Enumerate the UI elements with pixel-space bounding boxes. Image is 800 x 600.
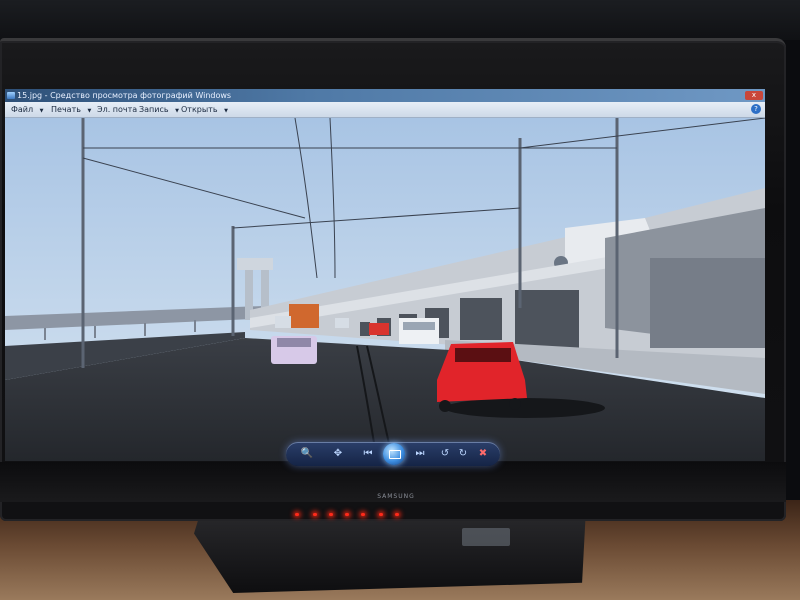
photo-canvas [5, 118, 765, 461]
previous-button[interactable]: ⏮ [358, 447, 378, 461]
room-background [0, 0, 800, 40]
viaduct-pier [650, 258, 765, 348]
menu-print-label: Печать [51, 105, 81, 114]
chevron-down-icon: ▼ [224, 108, 228, 114]
slideshow-button[interactable] [383, 443, 405, 465]
menu-open[interactable]: Открыть ▼ [181, 102, 228, 119]
led-indicator [361, 513, 365, 516]
fit-window-button[interactable]: ✥ [330, 447, 346, 461]
rotate-ccw-button[interactable]: ↺ [438, 447, 452, 461]
power-leds [295, 513, 405, 517]
led-indicator [295, 513, 299, 516]
photo-viewer-controls: 🔍 ✥ ⏮ ⏭ ↺ ↻ ✖ [286, 442, 500, 466]
window-titlebar[interactable]: 15.jpg - Средство просмотра фотографий W… [5, 89, 765, 102]
window-title: 15.jpg - Средство просмотра фотографий W… [17, 91, 232, 100]
stand-sticker [462, 528, 510, 546]
led-indicator [329, 513, 333, 516]
menu-print[interactable]: Печать ▼ [51, 102, 91, 119]
led-indicator [345, 513, 349, 516]
distant-red-car [369, 323, 389, 335]
menu-burn[interactable]: Запись ▼ [139, 102, 179, 119]
next-button[interactable]: ⏭ [410, 447, 430, 461]
distant-car [335, 318, 349, 328]
monitor-brand: SAMSUNG [377, 493, 415, 500]
menu-email[interactable]: Эл. почта [97, 102, 137, 117]
led-indicator [395, 513, 399, 516]
help-icon[interactable]: ? [751, 104, 761, 114]
photo-viewer-icon [7, 92, 15, 99]
rendered-street-image [5, 118, 765, 461]
delete-button[interactable]: ✖ [476, 447, 490, 461]
distant-tower-top [237, 258, 273, 270]
chevron-down-icon: ▼ [175, 108, 179, 114]
screen: 15.jpg - Средство просмотра фотографий W… [5, 89, 765, 461]
menu-file-label: Файл [11, 105, 34, 114]
chevron-down-icon: ▼ [39, 108, 44, 114]
menu-open-label: Открыть [181, 105, 218, 114]
menu-email-label: Эл. почта [97, 105, 138, 114]
white-car [399, 318, 439, 344]
close-button[interactable]: x [745, 91, 763, 100]
menu-file[interactable]: Файл ▼ [11, 102, 44, 119]
distant-car [275, 316, 291, 328]
led-indicator [379, 513, 383, 516]
menu-burn-label: Запись [139, 105, 169, 114]
lilac-car [271, 336, 317, 364]
orange-truck [289, 304, 319, 328]
led-indicator [313, 513, 317, 516]
chevron-down-icon: ▼ [87, 108, 92, 114]
zoom-button[interactable]: 🔍 [298, 447, 316, 461]
menu-bar: Файл ▼ Печать ▼ Эл. почта Запись ▼ Откры… [5, 102, 765, 118]
rotate-cw-button[interactable]: ↻ [456, 447, 470, 461]
